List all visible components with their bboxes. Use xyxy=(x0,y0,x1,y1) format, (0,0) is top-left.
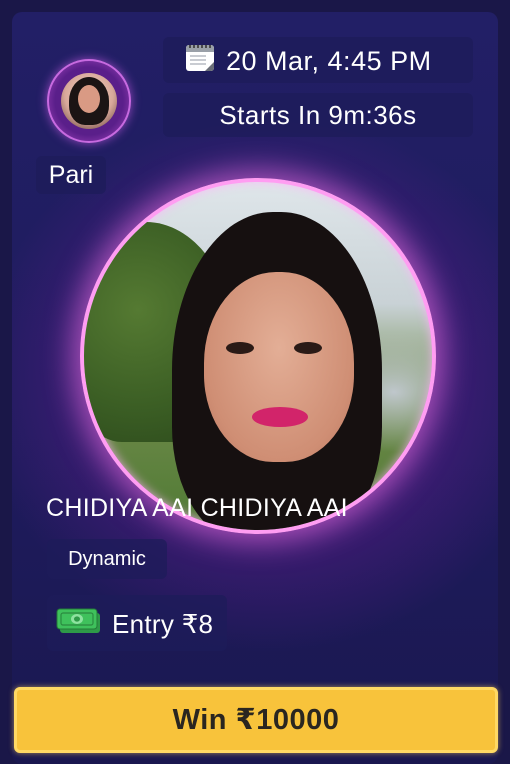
banknote-icon xyxy=(56,608,100,633)
contest-title: CHIDIYA AAI CHIDIYA AAI xyxy=(46,494,348,522)
host-portrait[interactable] xyxy=(80,178,436,534)
entry-fee: Entry ₹8 xyxy=(112,609,214,639)
host-name: Pari xyxy=(48,161,94,189)
countdown-text: Starts In 9m:36s xyxy=(219,100,417,130)
contest-date-time: 20 Mar, 4:45 PM xyxy=(226,46,432,76)
win-button-label: Win ₹10000 xyxy=(172,704,340,736)
contest-tag: Dynamic xyxy=(68,548,146,570)
win-button[interactable]: Win ₹10000 xyxy=(14,687,498,753)
host-avatar-photo xyxy=(61,73,117,129)
calendar-icon xyxy=(186,45,214,71)
host-avatar[interactable] xyxy=(47,59,131,143)
